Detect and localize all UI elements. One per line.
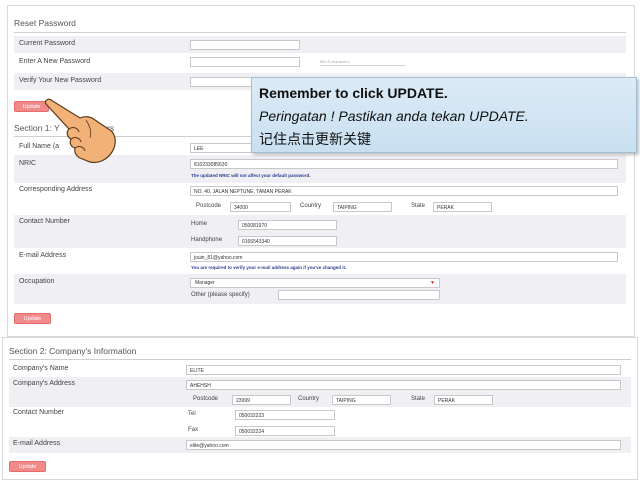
current-password-label: Current Password	[19, 40, 76, 47]
company-name-input[interactable]: ELITE	[186, 365, 621, 375]
country-input[interactable]: TAIPING	[333, 202, 392, 212]
address-label: Corresponding Address	[19, 186, 93, 193]
postcode-label: Postcode	[196, 203, 222, 209]
other-specify-label: Other (please specify)	[191, 292, 250, 298]
company-address-input[interactable]: AHEHSH	[186, 380, 621, 390]
handphone-label: Handphone	[191, 237, 223, 243]
new-password-input[interactable]	[190, 57, 300, 67]
company-email-label: E-mail Address	[13, 440, 61, 447]
home-label: Home	[191, 221, 208, 227]
email-label: E-mail Address	[19, 252, 67, 259]
row-current-password	[14, 36, 626, 53]
pointing-hand-icon	[44, 98, 116, 164]
divider	[9, 359, 631, 360]
company-country-input[interactable]: TAIPING	[332, 395, 391, 405]
nric-note: The updated NRIC will not affect your de…	[191, 173, 311, 178]
update-section1-button[interactable]: Update	[14, 313, 51, 324]
tel-input[interactable]: 050032223	[235, 410, 335, 420]
company-postcode-label: Postcode	[193, 396, 219, 402]
current-password-input[interactable]	[190, 40, 300, 50]
update-reminder-callout: Remember to click UPDATE. Peringatan ! P…	[251, 77, 637, 153]
company-postcode-input[interactable]: 23999	[232, 395, 291, 405]
company-address-label: Company's Address	[13, 380, 76, 387]
chevron-down-icon: ▼	[430, 280, 435, 286]
occupation-selected-value: Manager	[195, 280, 215, 286]
company-state-input[interactable]: PERAK	[434, 395, 493, 405]
address-input[interactable]: NO. 40, JALAN NEPTUNE, TAMAN PERAK	[190, 186, 618, 196]
full-name-input[interactable]: LEE	[190, 143, 256, 153]
home-phone-input[interactable]: 050081970	[238, 220, 337, 230]
postcode-input[interactable]: 34000	[230, 202, 291, 212]
reset-password-title: Reset Password	[14, 18, 76, 28]
state-input[interactable]: PERAK	[433, 202, 492, 212]
update-section2-button[interactable]: Update	[9, 461, 46, 472]
state-label: State	[411, 203, 426, 209]
nric-label: NRIC	[19, 160, 37, 167]
callout-line-english: Remember to click UPDATE.	[259, 85, 448, 101]
other-specify-input[interactable]	[278, 290, 440, 300]
password-strength-meter: Min 8 characters	[320, 59, 406, 66]
verify-password-label: Verify Your New Password	[19, 77, 102, 84]
password-strength-bar	[320, 65, 406, 66]
email-input[interactable]: jouin_81@yahoo.com	[190, 252, 618, 262]
new-password-label: Enter A New Password	[19, 58, 91, 65]
company-email-input[interactable]: elite@yahoo.com	[186, 440, 621, 450]
company-contact-label: Contact Number	[13, 409, 64, 416]
occupation-label: Occupation	[19, 278, 55, 285]
password-strength-text: Min 8 characters	[320, 59, 350, 64]
callout-line-malay: Peringatan ! Pastikan anda tekan UPDATE.	[259, 108, 529, 124]
divider	[14, 32, 626, 33]
occupation-select[interactable]: Manager ▼	[190, 278, 440, 288]
fax-label: Fax	[188, 427, 199, 433]
fax-input[interactable]: 050032224	[235, 426, 335, 436]
company-state-label: State	[411, 396, 426, 402]
email-note: You are required to verify your e-mail a…	[191, 265, 347, 270]
section2-title: Section 2: Company's Information	[9, 346, 137, 356]
handphone-input[interactable]: 0166543340	[238, 236, 337, 246]
country-label: Country	[300, 203, 322, 209]
company-name-label: Company's Name	[13, 365, 69, 372]
nric-input[interactable]: 810233085630	[190, 159, 618, 169]
tel-label: Tel	[188, 411, 196, 417]
callout-line-chinese: 记住点击更新关键	[259, 131, 371, 147]
company-country-label: Country	[298, 396, 320, 402]
contact-number-label: Contact Number	[19, 218, 70, 225]
